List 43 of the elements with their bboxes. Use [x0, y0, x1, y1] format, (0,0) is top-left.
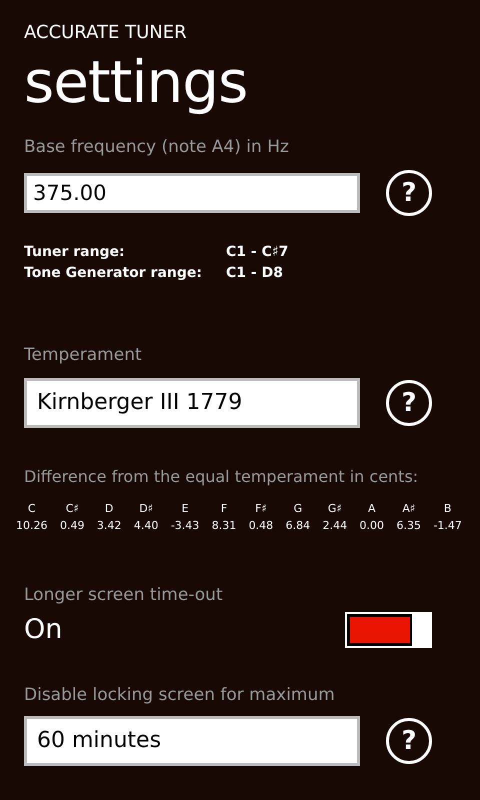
note-name: C	[28, 501, 36, 517]
help-button[interactable]: ?	[386, 170, 432, 216]
note-cents: -3.43	[170, 518, 200, 534]
note-cents: 8.31	[212, 518, 236, 534]
toggle-switch[interactable]	[345, 612, 432, 648]
section-label: Difference from the equal temperament in cents:	[24, 466, 420, 488]
note-cents: 0.00	[360, 518, 384, 534]
range-label: Tone Generator range:	[24, 264, 202, 283]
help-button[interactable]: ?	[386, 380, 432, 426]
page-title: settings	[24, 50, 248, 114]
note-cents: 4.40	[134, 518, 158, 534]
help-button[interactable]: ?	[386, 718, 432, 764]
note-cents: 6.84	[286, 518, 310, 534]
note-name: E	[182, 501, 189, 517]
range-label: Tuner range:	[24, 243, 125, 262]
note-name: B	[444, 501, 452, 517]
note-name: D	[104, 501, 114, 517]
input-field[interactable]: 375.00	[24, 173, 360, 213]
note-cents: 2.44	[322, 518, 348, 534]
field-label: Temperament	[24, 344, 143, 366]
note-name: A	[368, 501, 376, 517]
note-name: G	[294, 501, 302, 517]
note-name: F♯	[255, 501, 267, 517]
note-cents: 6.35	[396, 518, 421, 534]
toggle-label: Longer screen time-out	[24, 584, 224, 606]
range-value: C1 - C♯7	[226, 243, 288, 262]
app-title: ACCURATE TUNER	[24, 22, 188, 44]
note-name: D♯	[139, 501, 153, 517]
field-label: Disable locking screen for maximum	[24, 684, 336, 706]
input-field[interactable]: Kirnberger III 1779	[24, 378, 360, 428]
note-cents: 0.49	[60, 518, 84, 534]
note-cents: 10.26	[16, 518, 48, 534]
note-cents: -1.47	[433, 518, 462, 534]
note-name: C♯	[66, 501, 79, 517]
note-name: F	[220, 501, 228, 517]
range-value: C1 - D8	[226, 264, 283, 283]
note-name: G♯	[328, 501, 342, 517]
field-label: Base frequency (note A4) in Hz	[24, 136, 290, 158]
note-cents: 0.48	[248, 518, 274, 534]
input-field[interactable]: 60 minutes	[24, 716, 360, 766]
note-cents: 3.42	[96, 518, 122, 534]
note-name: A♯	[402, 501, 416, 517]
toggle-state: On	[24, 613, 62, 647]
